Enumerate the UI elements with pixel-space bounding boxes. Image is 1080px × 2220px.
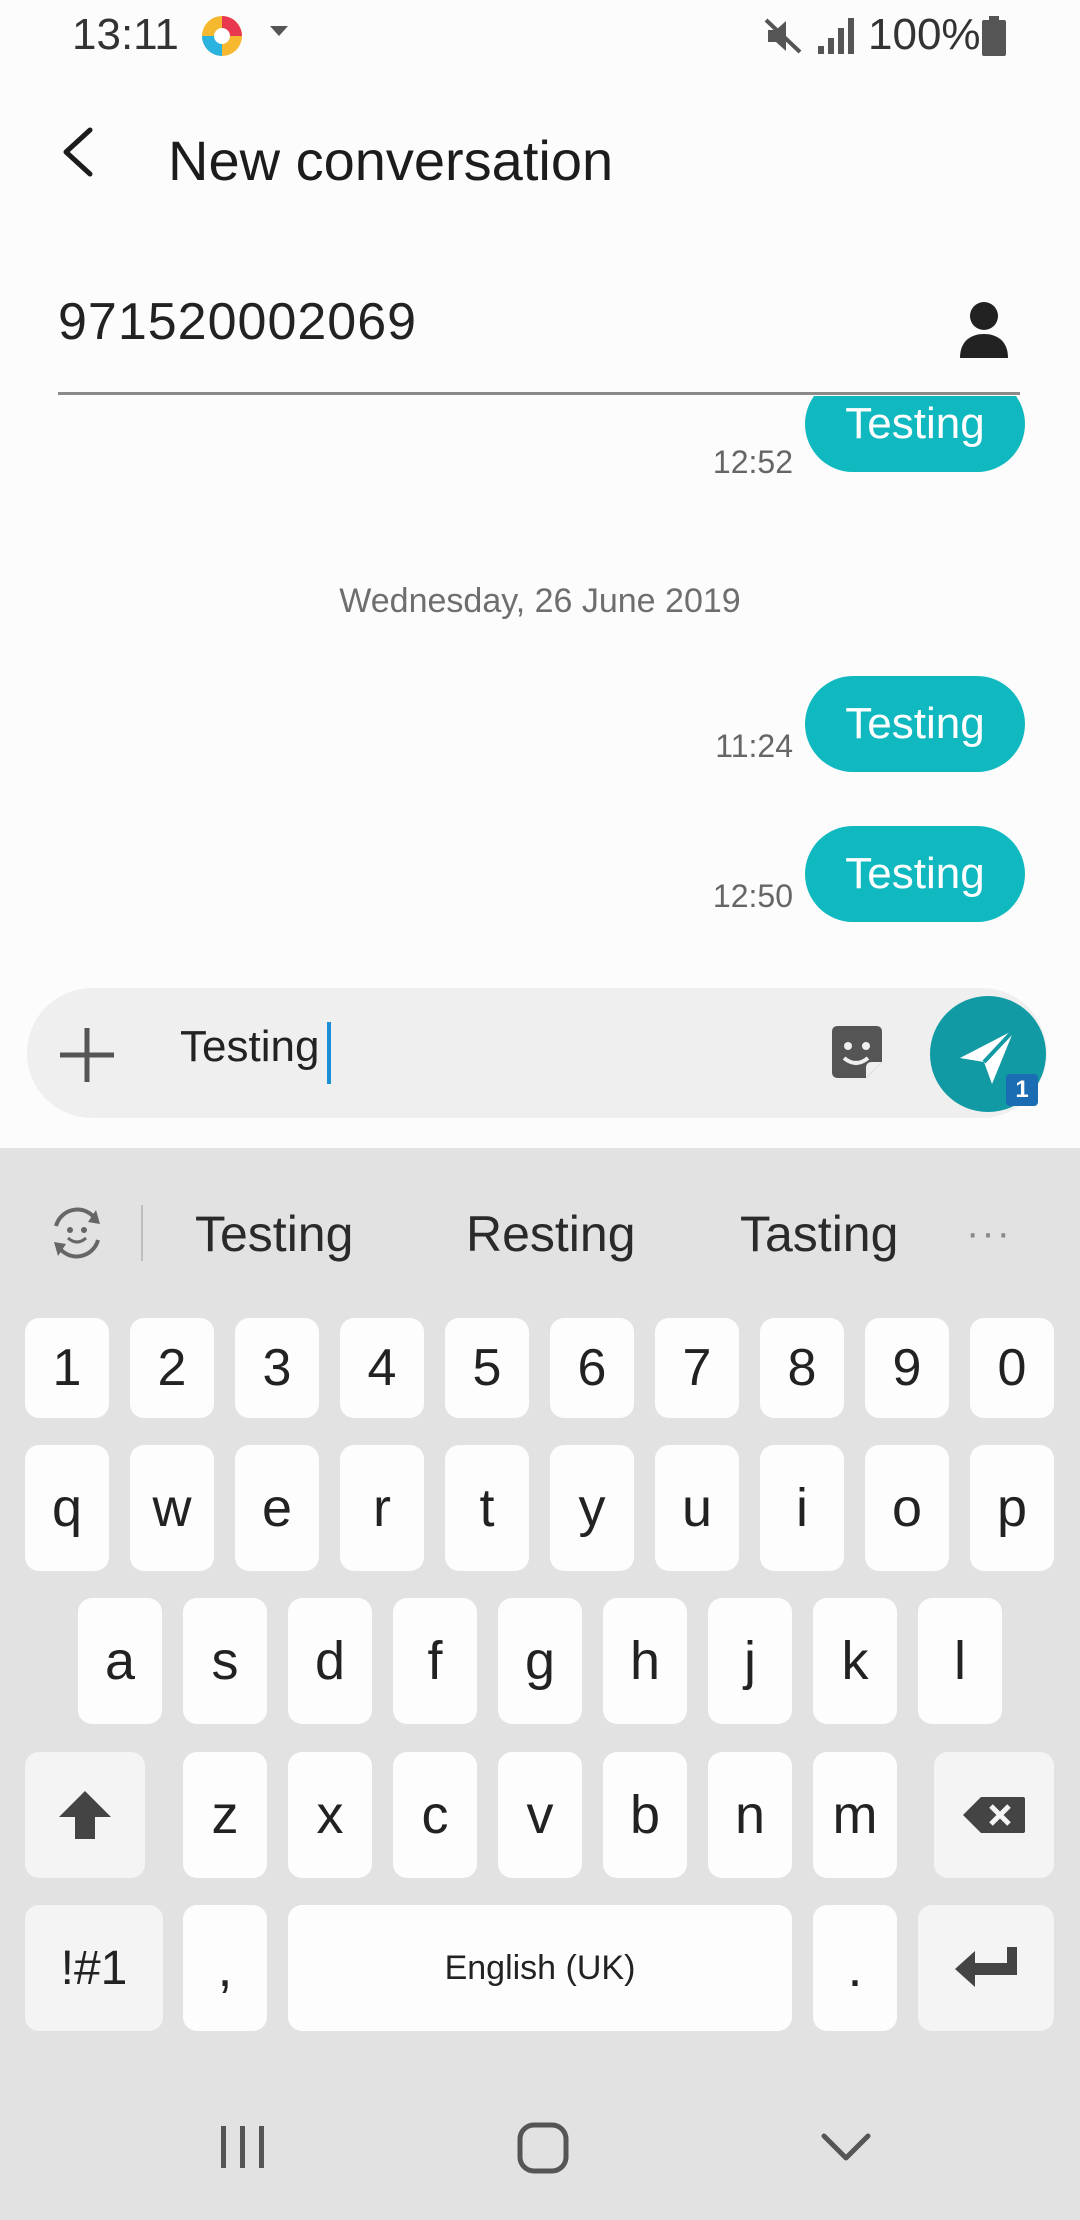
key-h[interactable]: h [603, 1598, 687, 1724]
key-v[interactable]: v [498, 1752, 582, 1878]
mute-icon [764, 18, 802, 54]
shift-key[interactable] [25, 1752, 145, 1878]
key-q[interactable]: q [25, 1445, 109, 1571]
send-sim-badge: 1 [1006, 1074, 1038, 1106]
key-e[interactable]: e [235, 1445, 319, 1571]
key-2[interactable]: 2 [130, 1318, 214, 1418]
key-j[interactable]: j [708, 1598, 792, 1724]
message-time: 11:24 [715, 728, 793, 764]
key-8[interactable]: 8 [760, 1318, 844, 1418]
symbols-key[interactable]: !#1 [25, 1905, 163, 2031]
key-l[interactable]: l [918, 1598, 1002, 1724]
recipient-field[interactable]: 971520002069 [58, 292, 918, 372]
backspace-icon [963, 1797, 1025, 1833]
message-text: Testing [845, 399, 985, 448]
enter-key[interactable] [918, 1905, 1054, 2031]
message-time: 12:50 [712, 878, 793, 914]
key-u[interactable]: u [655, 1445, 739, 1571]
key-o[interactable]: o [865, 1445, 949, 1571]
key-s[interactable]: s [183, 1598, 267, 1724]
key-7[interactable]: 7 [655, 1318, 739, 1418]
message-bubble[interactable]: Testing [805, 396, 1025, 472]
suggestion-1[interactable]: Testing [195, 1205, 353, 1263]
backspace-key[interactable] [934, 1752, 1054, 1878]
key-x[interactable]: x [288, 1752, 372, 1878]
key-t[interactable]: t [445, 1445, 529, 1571]
status-bar: 13:11 100% [0, 0, 1080, 72]
key-1[interactable]: 1 [25, 1318, 109, 1418]
emoji-refresh-icon[interactable] [44, 1200, 110, 1266]
key-f[interactable]: f [393, 1598, 477, 1724]
key-0[interactable]: 0 [970, 1318, 1054, 1418]
nav-back-button[interactable] [818, 2128, 874, 2168]
suggestion-2[interactable]: Resting [466, 1205, 636, 1263]
conversation-list[interactable]: Testing 12:52 Wednesday, 26 June 2019 Te… [0, 396, 1080, 976]
shift-icon [59, 1791, 111, 1839]
suggestion-divider [141, 1205, 143, 1261]
recents-button[interactable] [215, 2122, 271, 2172]
page-title: New conversation [168, 129, 614, 192]
attach-button[interactable] [52, 1020, 122, 1090]
space-key[interactable]: English (UK) [288, 1905, 792, 2031]
key-6[interactable]: 6 [550, 1318, 634, 1418]
key-b[interactable]: b [603, 1752, 687, 1878]
recipient-divider [58, 392, 1020, 395]
text-cursor [327, 1022, 331, 1084]
key-a[interactable]: a [78, 1598, 162, 1724]
signal-icon [818, 18, 854, 54]
key-n[interactable]: n [708, 1752, 792, 1878]
chevron-down-icon [270, 26, 288, 36]
home-button[interactable] [515, 2120, 571, 2176]
key-c[interactable]: c [393, 1752, 477, 1878]
date-divider: Wednesday, 26 June 2019 [339, 582, 741, 620]
key-d[interactable]: d [288, 1598, 372, 1724]
key-k[interactable]: k [813, 1598, 897, 1724]
key-y[interactable]: y [550, 1445, 634, 1571]
key-g[interactable]: g [498, 1598, 582, 1724]
message-input[interactable]: Testing [180, 1022, 319, 1072]
key-r[interactable]: r [340, 1445, 424, 1571]
contact-icon[interactable] [956, 300, 1012, 360]
message-time: 12:52 [712, 444, 793, 480]
key-m[interactable]: m [813, 1752, 897, 1878]
period-key[interactable]: . [813, 1905, 897, 2031]
key-i[interactable]: i [760, 1445, 844, 1571]
message-text: Testing [845, 699, 985, 748]
battery-icon [982, 16, 1006, 56]
enter-icon [955, 1947, 1017, 1987]
battery-percent: 100% [868, 10, 981, 59]
more-suggestions-button[interactable]: ··· [966, 1213, 1022, 1253]
back-button[interactable] [40, 114, 116, 190]
key-z[interactable]: z [183, 1752, 267, 1878]
key-9[interactable]: 9 [865, 1318, 949, 1418]
key-p[interactable]: p [970, 1445, 1054, 1571]
message-bubble[interactable]: Testing [805, 676, 1025, 772]
key-4[interactable]: 4 [340, 1318, 424, 1418]
status-time: 13:11 [72, 10, 179, 59]
message-text: Testing [845, 849, 985, 898]
comma-key[interactable]: , [183, 1905, 267, 2031]
suggestion-3[interactable]: Tasting [740, 1205, 898, 1263]
key-3[interactable]: 3 [235, 1318, 319, 1418]
key-5[interactable]: 5 [445, 1318, 529, 1418]
app-notification-icon [202, 16, 242, 56]
message-bubble[interactable]: Testing [805, 826, 1025, 922]
sticker-button[interactable] [826, 1022, 888, 1084]
key-w[interactable]: w [130, 1445, 214, 1571]
